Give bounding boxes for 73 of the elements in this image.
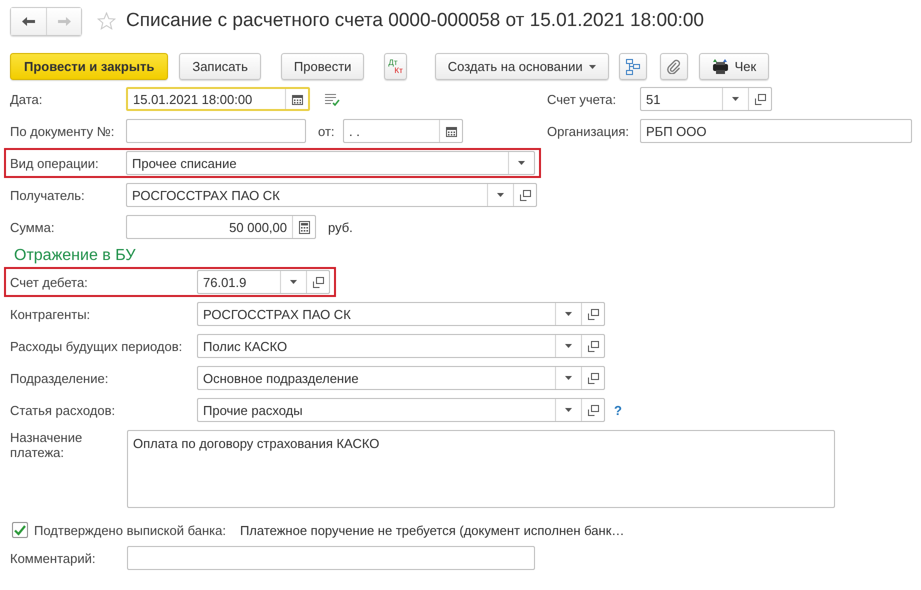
field-label: Дата: bbox=[10, 92, 44, 106]
text-area[interactable]: Оплата по договору страхования КАСКО bbox=[127, 430, 835, 508]
journal-entries-button[interactable]: Дт Кт bbox=[384, 53, 407, 80]
select-field[interactable]: РОСГОССТРАХ ПАО СК bbox=[126, 183, 537, 207]
checkbox[interactable] bbox=[12, 522, 28, 538]
star-icon[interactable] bbox=[97, 12, 116, 30]
forward-arrow-icon bbox=[58, 16, 70, 26]
field-label: Подразделение: bbox=[10, 370, 110, 386]
field-label: Организация: bbox=[547, 124, 630, 138]
toolbar-button[interactable]: Записать bbox=[179, 53, 261, 80]
field-label: По документу №: bbox=[10, 124, 116, 138]
open-window-icon bbox=[312, 276, 324, 288]
paperclip-icon bbox=[666, 59, 681, 74]
caret-icon bbox=[588, 64, 596, 68]
structure-button[interactable] bbox=[618, 53, 647, 80]
field-label: Контрагенты: bbox=[10, 306, 92, 322]
dropdown-field[interactable]: Прочее списание bbox=[126, 151, 535, 175]
back-arrow-icon bbox=[22, 16, 35, 26]
hierarchy-icon bbox=[626, 58, 640, 74]
open-window-icon bbox=[588, 372, 598, 384]
caret-icon bbox=[565, 376, 572, 380]
field-label: Сумма: bbox=[10, 220, 56, 234]
select-field[interactable]: 51 bbox=[640, 87, 772, 111]
field-label: Назначение платежа: bbox=[10, 430, 84, 460]
currency-label: руб. bbox=[328, 220, 353, 234]
document-check-icon[interactable] bbox=[324, 92, 340, 106]
calendar-icon bbox=[292, 94, 302, 104]
amount-field[interactable]: 50 000,00 bbox=[126, 215, 316, 239]
caret-icon bbox=[518, 161, 525, 165]
input-field[interactable]: РБП ООО bbox=[640, 119, 912, 143]
toolbar-button[interactable]: Провести bbox=[280, 53, 364, 80]
field-label: от: bbox=[318, 124, 336, 138]
section-heading: Отражение в БУ bbox=[13, 246, 137, 265]
field-label: Статья расходов: bbox=[10, 402, 116, 418]
select-field[interactable]: Основное подразделение bbox=[197, 366, 605, 390]
field-label: Получатель: bbox=[10, 188, 86, 202]
post-and-close-button[interactable]: Провести и закрыть bbox=[10, 53, 168, 80]
receipt-button[interactable]: Чек bbox=[698, 53, 770, 80]
input-field[interactable] bbox=[127, 546, 535, 570]
caret-icon bbox=[565, 344, 572, 348]
select-field[interactable]: Полис КАСКО bbox=[197, 334, 605, 358]
checkmark-icon bbox=[14, 524, 26, 536]
open-window-icon bbox=[588, 404, 598, 416]
caret-icon bbox=[732, 97, 739, 101]
date-field[interactable]: 15.01.2021 18:00:00 bbox=[126, 87, 310, 111]
checkbox-label[interactable]: Подтверждено выпиской банка: bbox=[34, 522, 226, 538]
date-field[interactable]: . . bbox=[343, 119, 463, 143]
status-text: Платежное поручение не требуется (документ исполнен банк… bbox=[240, 522, 624, 538]
select-field[interactable]: 76.01.9 bbox=[197, 270, 330, 294]
caret-icon bbox=[497, 193, 504, 197]
open-window-icon bbox=[754, 94, 766, 104]
open-window-icon bbox=[588, 308, 598, 320]
input-field[interactable] bbox=[126, 119, 306, 143]
caret-icon bbox=[290, 280, 297, 284]
help-link[interactable]: ? bbox=[614, 402, 622, 418]
calendar-icon bbox=[446, 126, 456, 136]
select-field[interactable]: РОСГОССТРАХ ПАО СК bbox=[197, 302, 605, 326]
field-label: Расходы будущих периодов: bbox=[10, 338, 184, 354]
open-window-icon bbox=[520, 190, 530, 200]
field-label: Счет дебета: bbox=[10, 274, 89, 290]
select-field[interactable]: Прочие расходы bbox=[197, 398, 605, 422]
back-button[interactable] bbox=[11, 8, 46, 34]
attach-button[interactable] bbox=[660, 53, 688, 80]
calculator-icon bbox=[298, 220, 310, 234]
printer-icon bbox=[712, 59, 729, 74]
caret-icon bbox=[565, 408, 572, 412]
create-based-on-button[interactable]: Создать на основании bbox=[434, 53, 609, 80]
field-label: Вид операции: bbox=[10, 156, 100, 170]
window-title: Списание с расчетного счета 0000-000058 от 15.01.2021 18:00:00 bbox=[126, 10, 704, 32]
field-label: Комментарий: bbox=[10, 550, 96, 566]
caret-icon bbox=[565, 312, 572, 316]
open-window-icon bbox=[588, 340, 598, 352]
field-label: Счет учета: bbox=[547, 92, 618, 106]
